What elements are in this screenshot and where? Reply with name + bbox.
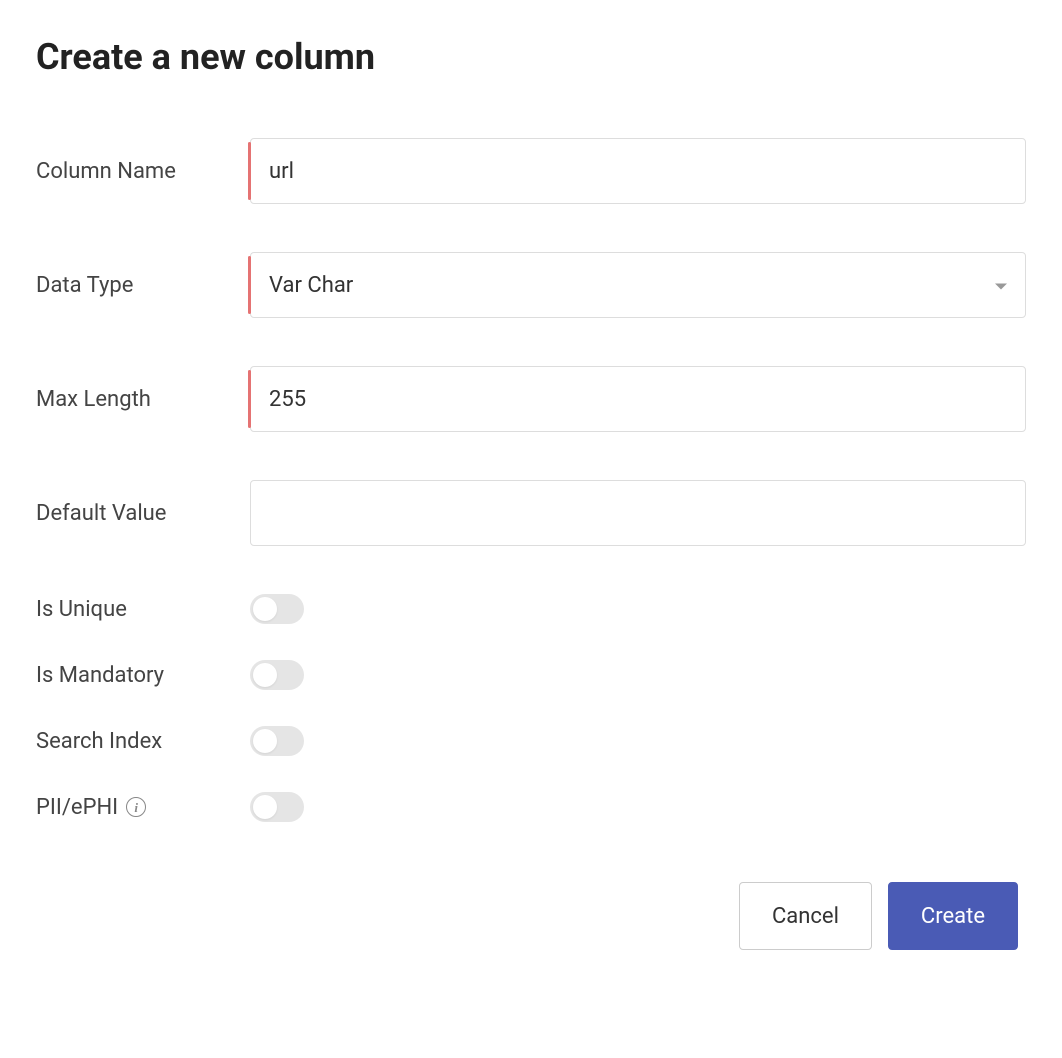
search-index-toggle[interactable] <box>250 726 304 756</box>
column-name-input[interactable] <box>250 138 1026 204</box>
max-length-input[interactable] <box>250 366 1026 432</box>
toggle-knob <box>253 663 277 687</box>
toggle-knob <box>253 597 277 621</box>
create-button[interactable]: Create <box>888 882 1018 950</box>
required-indicator <box>248 370 251 428</box>
page-title: Create a new column <box>36 36 1026 78</box>
is-unique-label: Is Unique <box>36 597 250 622</box>
dialog-footer: Cancel Create <box>36 882 1026 950</box>
default-value-input[interactable] <box>250 480 1026 546</box>
is-unique-toggle[interactable] <box>250 594 304 624</box>
default-value-label: Default Value <box>36 501 250 526</box>
toggle-knob <box>253 795 277 819</box>
required-indicator <box>248 142 251 200</box>
pii-ephi-label-text: PII/ePHI <box>36 795 118 820</box>
search-index-label: Search Index <box>36 729 250 754</box>
required-indicator <box>248 256 251 314</box>
column-name-label: Column Name <box>36 159 250 184</box>
data-type-select[interactable]: Var Char <box>250 252 1026 318</box>
max-length-label: Max Length <box>36 387 250 412</box>
is-mandatory-label: Is Mandatory <box>36 663 250 688</box>
is-mandatory-toggle[interactable] <box>250 660 304 690</box>
cancel-button[interactable]: Cancel <box>739 882 872 950</box>
data-type-value: Var Char <box>269 273 353 298</box>
info-icon[interactable]: i <box>126 797 146 817</box>
data-type-label: Data Type <box>36 273 250 298</box>
pii-ephi-label: PII/ePHI i <box>36 795 250 820</box>
toggle-knob <box>253 729 277 753</box>
pii-ephi-toggle[interactable] <box>250 792 304 822</box>
